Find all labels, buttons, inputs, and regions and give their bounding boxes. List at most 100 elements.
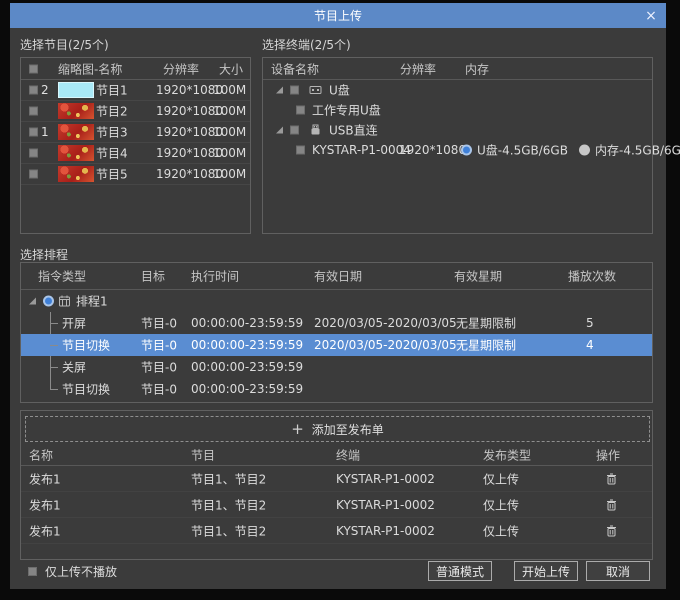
program-upload-dialog: 节目上传 × 选择节目(2/5个) 选择终端(2/5个) 缩略图-名称 分辨率 … — [10, 3, 666, 589]
publish-row[interactable]: 发布1 节目1、节目2 KYSTAR-P1-0002 仅上传 — [21, 492, 652, 518]
publish-list: + 添加至发布单 名称 节目 终端 发布类型 操作 发布1 节目1、节目2 KY… — [20, 410, 653, 560]
column-thumbnail-name: 缩略图-名称 — [58, 60, 122, 77]
column-action: 操作 — [596, 446, 620, 463]
programs-section-label: 选择节目(2/5个) — [20, 36, 109, 53]
play-count: 4 — [586, 338, 594, 352]
publish-row[interactable]: 发布1 节目1、节目2 KYSTAR-P1-0002 仅上传 — [21, 466, 652, 492]
dialog-titlebar[interactable]: 节目上传 × — [10, 3, 666, 28]
upload-only-label: 仅上传不播放 — [45, 563, 117, 580]
program-row[interactable]: 节目4 1920*1080 100M — [21, 143, 250, 164]
row-checkbox[interactable] — [290, 126, 299, 135]
program-row[interactable]: 节目5 1920*1080 100M — [21, 164, 250, 185]
column-memory: 内存 — [465, 60, 489, 77]
normal-mode-button[interactable]: 普通模式 — [428, 561, 492, 581]
schedule-section-label: 选择排程 — [20, 246, 68, 263]
delete-icon[interactable] — [606, 499, 617, 511]
column-size: 大小 — [219, 60, 243, 77]
column-resolution: 分辨率 — [400, 60, 436, 77]
column-valid-week: 有效星期 — [454, 268, 502, 285]
upload-only-checkbox[interactable] — [28, 567, 37, 576]
schedule-row[interactable]: 关屏 节目-0 00:00:00-23:59:59 — [21, 356, 652, 378]
close-icon[interactable]: × — [636, 3, 666, 28]
row-checkbox[interactable] — [290, 86, 299, 95]
publish-type: 仅上传 — [483, 522, 519, 539]
row-checkbox[interactable] — [29, 107, 38, 116]
delete-icon[interactable] — [606, 525, 617, 537]
row-checkbox[interactable] — [29, 128, 38, 137]
program-size: 100M — [213, 167, 246, 181]
column-terminal: 终端 — [336, 446, 360, 463]
column-program: 节目 — [191, 446, 215, 463]
row-checkbox[interactable] — [296, 146, 305, 155]
expand-icon[interactable] — [276, 127, 283, 134]
program-name: 节目2 — [96, 103, 128, 120]
delete-icon[interactable] — [606, 473, 617, 485]
program-thumbnail — [58, 145, 94, 161]
storage-memory-radio[interactable] — [579, 145, 590, 156]
row-checkbox[interactable] — [29, 149, 38, 158]
terminal-group-row[interactable]: USB直连 — [263, 120, 652, 140]
schedule-radio[interactable] — [43, 296, 54, 307]
program-thumbnail — [58, 166, 94, 182]
plus-icon: + — [291, 422, 304, 437]
schedule-row-selected[interactable]: 节目切换 节目-0 00:00:00-23:59:59 2020/03/05-2… — [21, 334, 652, 356]
programs-table-header: 缩略图-名称 分辨率 大小 — [21, 58, 250, 80]
command-type: 节目切换 — [62, 381, 110, 398]
program-thumbnail — [58, 82, 94, 98]
calendar-icon — [58, 295, 71, 308]
publish-table-header: 名称 节目 终端 发布类型 操作 — [21, 444, 652, 466]
program-row[interactable]: 节目2 1920*1080 100M — [21, 101, 250, 122]
column-device-name: 设备名称 — [271, 60, 319, 77]
terminals-table-header: 设备名称 分辨率 内存 — [263, 58, 652, 80]
column-target: 目标 — [141, 268, 165, 285]
program-row[interactable]: 1 节目3 1920*1080 100M — [21, 122, 250, 143]
terminal-child-row[interactable]: 工作专用U盘 — [263, 100, 652, 120]
publish-terminal: KYSTAR-P1-0002 — [336, 498, 435, 512]
exec-time: 00:00:00-23:59:59 — [191, 316, 303, 330]
program-name: 节目4 — [96, 145, 128, 162]
upload-only-option[interactable]: 仅上传不播放 — [28, 559, 117, 583]
expand-icon[interactable] — [29, 298, 36, 305]
column-resolution: 分辨率 — [163, 60, 199, 77]
program-size: 100M — [213, 83, 246, 97]
screen-background: 节目上传 × 选择节目(2/5个) 选择终端(2/5个) 缩略图-名称 分辨率 … — [0, 0, 680, 600]
select-all-checkbox[interactable] — [29, 64, 38, 73]
command-target: 节目-0 — [141, 359, 177, 376]
program-size: 100M — [213, 146, 246, 160]
row-checkbox[interactable] — [29, 170, 38, 179]
add-to-publish-button[interactable]: + 添加至发布单 — [25, 416, 650, 442]
column-name: 名称 — [29, 446, 53, 463]
start-upload-button[interactable]: 开始上传 — [514, 561, 578, 581]
schedule-table-header: 指令类型 目标 执行时间 有效日期 有效星期 播放次数 — [21, 263, 652, 290]
publish-terminal: KYSTAR-P1-0002 — [336, 472, 435, 486]
publish-programs: 节目1、节目2 — [191, 470, 266, 487]
program-thumbnail — [58, 103, 94, 119]
valid-week: 无星期限制 — [456, 315, 516, 332]
schedule-group-row[interactable]: 排程1 — [21, 290, 652, 312]
command-type: 节目切换 — [62, 337, 110, 354]
schedule-row[interactable]: 开屏 节目-0 00:00:00-23:59:59 2020/03/05-202… — [21, 312, 652, 334]
expand-icon[interactable] — [276, 87, 283, 94]
column-play-count: 播放次数 — [568, 268, 616, 285]
selection-order: 1 — [41, 125, 49, 139]
storage-udisk-label: U盘-4.5GB/6GB — [477, 142, 568, 159]
row-checkbox[interactable] — [296, 106, 305, 115]
row-checkbox[interactable] — [29, 86, 38, 95]
terminals-section-label: 选择终端(2/5个) — [262, 36, 351, 53]
program-row[interactable]: 2 节目1 1920*1080 100M — [21, 80, 250, 101]
dialog-title: 节目上传 — [314, 7, 362, 24]
command-target: 节目-0 — [141, 315, 177, 332]
publish-row[interactable]: 发布1 节目1、节目2 KYSTAR-P1-0002 仅上传 — [21, 518, 652, 544]
program-size: 100M — [213, 104, 246, 118]
schedule-row[interactable]: 节目切换 节目-0 00:00:00-23:59:59 — [21, 378, 652, 400]
publish-type: 仅上传 — [483, 496, 519, 513]
cancel-button[interactable]: 取消 — [586, 561, 650, 581]
valid-week: 无星期限制 — [456, 337, 516, 354]
command-target: 节目-0 — [141, 337, 177, 354]
publish-terminal: KYSTAR-P1-0002 — [336, 524, 435, 538]
terminal-group-row[interactable]: U盘 — [263, 80, 652, 100]
exec-time: 00:00:00-23:59:59 — [191, 382, 303, 396]
storage-udisk-radio[interactable] — [461, 145, 472, 156]
terminal-device-row[interactable]: KYSTAR-P1-0004 1920*1080 U盘-4.5GB/6GB 内存… — [263, 140, 652, 160]
publish-type: 仅上传 — [483, 470, 519, 487]
